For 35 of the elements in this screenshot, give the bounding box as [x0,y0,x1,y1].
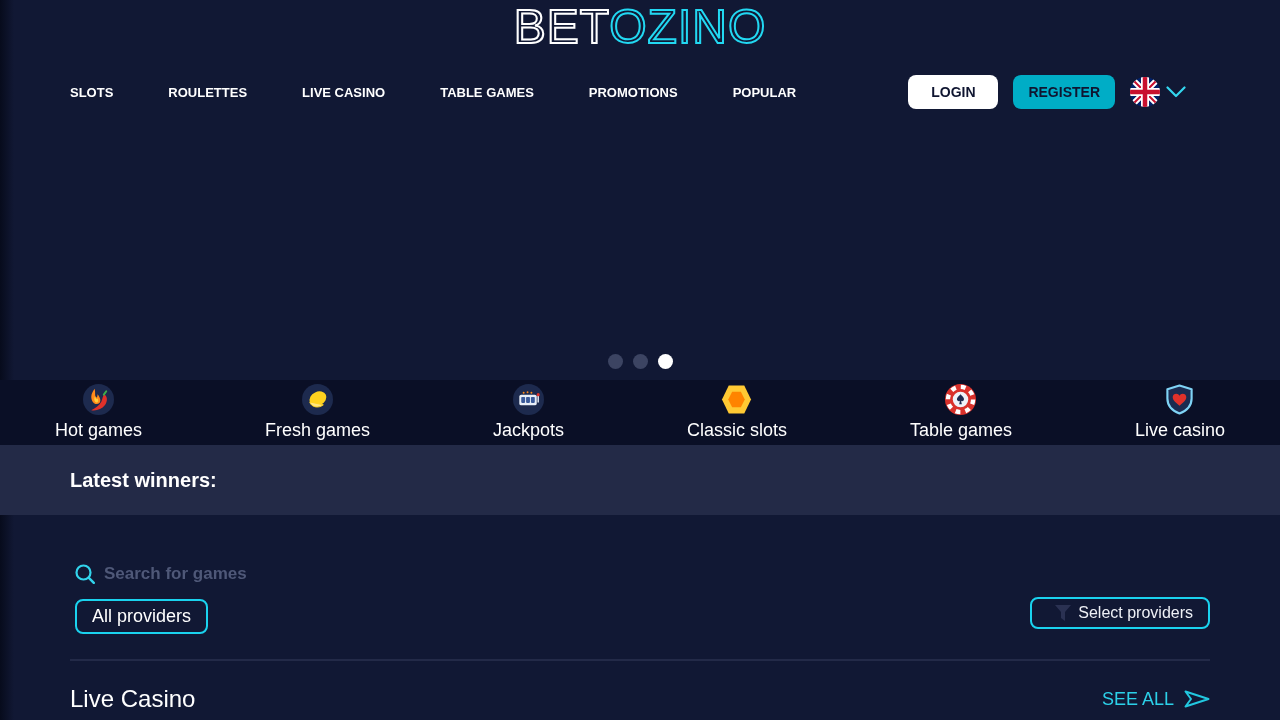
nav-link[interactable]: POPULAR [732,84,797,100]
chili-flame-icon [83,384,114,415]
category-link[interactable]: Fresh games [265,380,371,445]
search-icon [75,564,95,584]
login-button[interactable]: LOGIN [908,75,999,109]
section-title: Latest winners: [70,468,217,492]
filter-icon [1055,605,1072,621]
arrow-icon [1184,690,1210,708]
search-field[interactable]: Search for games [104,563,404,585]
shield-heart-icon [1164,384,1196,415]
lemon-icon [302,384,333,415]
category-link[interactable]: Live casino [1134,380,1225,445]
nav-link[interactable]: TABLE GAMES [440,84,534,100]
carousel-dot[interactable] [607,354,623,369]
nav-link[interactable]: ROULETTES [168,84,248,100]
poker-chip-icon [945,384,977,415]
section-title: Live Casino [70,685,196,713]
see-all-link[interactable]: SEE ALL [1101,688,1210,710]
hexagon-icon [721,384,753,415]
select-providers-button[interactable]: Select providers [1030,597,1210,629]
carousel-dot[interactable] [657,354,673,369]
register-button[interactable]: REGISTER [1013,75,1115,109]
nav-link[interactable]: SLOTS [70,84,114,100]
slot-machine-icon [513,384,544,415]
carousel-dot[interactable] [632,354,648,369]
flag-icon[interactable] [1130,77,1160,107]
category-link[interactable]: Hot games [55,380,143,445]
logo: BETOZINO [513,6,767,48]
category-link[interactable]: Classic slots [686,380,787,445]
category-link[interactable]: Jackpots [492,380,564,445]
category-link[interactable]: Table games [909,380,1012,445]
chevron-down-icon[interactable] [1166,86,1186,98]
all-providers-button[interactable]: All providers [75,599,209,634]
nav-link[interactable]: PROMOTIONS [588,84,678,100]
nav-link[interactable]: LIVE CASINO [302,84,386,100]
